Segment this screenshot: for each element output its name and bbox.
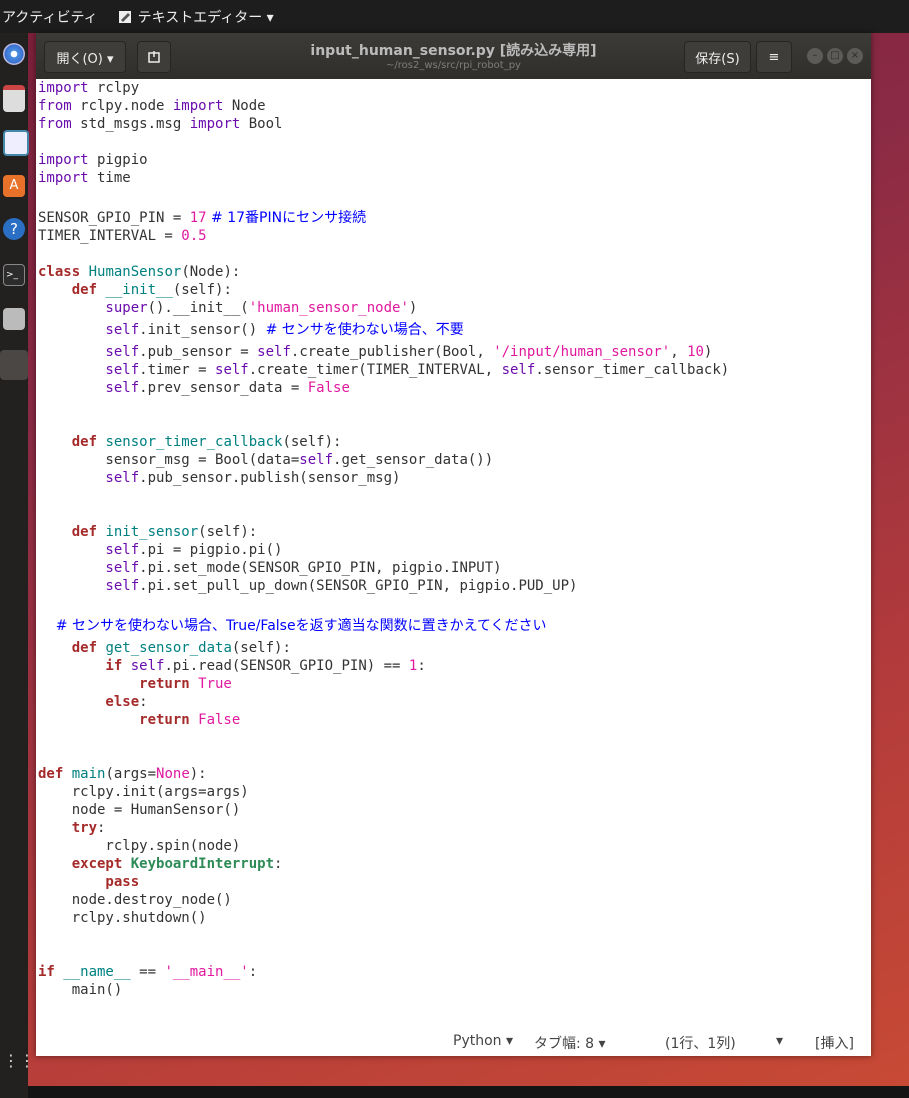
code-line: self.pi.set_mode(SENSOR_GPIO_PIN, pigpio… [38, 560, 502, 576]
code-line: self.timer = self.create_timer(TIMER_INT… [38, 362, 730, 378]
terminal-icon[interactable]: >_ [3, 264, 25, 286]
wallpaper-bottom [28, 1086, 909, 1098]
code-line: node = HumanSensor() [38, 802, 241, 818]
activities-button[interactable]: アクティビティ [2, 7, 98, 27]
minimize-icon[interactable]: – [807, 48, 823, 64]
language-selector[interactable]: Python ▾ [453, 1033, 513, 1049]
code-line: import pigpio [38, 152, 148, 168]
code-line: rclpy.spin(node) [38, 838, 241, 854]
code-line: except KeyboardInterrupt: [38, 856, 283, 872]
tab-width-selector[interactable]: タブ幅: 8 ▾ [534, 1033, 606, 1053]
code-line: from rclpy.node import Node [38, 98, 266, 114]
software-center-icon[interactable]: A [3, 175, 25, 197]
header-bar: 開く(O) ▾ input_human_sensor.py [読み込み専用] ~… [36, 33, 871, 79]
maximize-icon[interactable]: □ [827, 48, 843, 64]
text-editor-dock-icon[interactable] [0, 350, 28, 380]
hamburger-menu-button[interactable]: ≡ [756, 41, 792, 73]
cursor-position: (1行、1列) [665, 1036, 736, 1052]
code-line: main() [38, 982, 123, 998]
code-line: import time [38, 170, 131, 186]
code-line: # センサを使わない場合、True/Falseを返す適当な関数に置きかえてくださ… [38, 618, 547, 634]
text-editor-icon [118, 10, 131, 23]
code-line: def sensor_timer_callback(self): [38, 434, 342, 450]
code-line: self.pi = pigpio.pi() [38, 542, 283, 558]
code-line: def get_sensor_data(self): [38, 640, 291, 656]
save-button[interactable]: 保存(S) [684, 41, 751, 73]
code-line: pass [38, 874, 140, 890]
app-menu-label: テキストエディター ▾ [137, 9, 274, 26]
code-line: super().__init__('human_sensor_node') [38, 300, 418, 316]
code-editor[interactable]: import rclpy from rclpy.node import Node… [36, 79, 871, 1029]
code-line: TIMER_INTERVAL = 0.5 [38, 228, 207, 244]
app-menu[interactable]: テキストエディター ▾ [118, 7, 274, 27]
code-line: def init_sensor(self): [38, 524, 258, 540]
code-line: else: [38, 694, 148, 710]
code-line: return True [38, 676, 232, 692]
code-line: self.pi.set_pull_up_down(SENSOR_GPIO_PIN… [38, 578, 578, 594]
code-line: try: [38, 820, 106, 836]
gedit-window: 開く(O) ▾ input_human_sensor.py [読み込み専用] ~… [36, 33, 871, 1056]
insert-mode: [挿入] [815, 1036, 854, 1052]
code-line: class HumanSensor(Node): [38, 264, 241, 280]
code-line: from std_msgs.msg import Bool [38, 116, 283, 132]
code-line: rclpy.shutdown() [38, 910, 207, 926]
code-line: self.pub_sensor = self.create_publisher(… [38, 344, 713, 360]
files-icon[interactable] [3, 85, 25, 112]
camera-icon[interactable] [3, 308, 25, 330]
code-line: node.destroy_node() [38, 892, 232, 908]
code-line: import rclpy [38, 80, 140, 96]
status-bar: Python ▾ タブ幅: 8 ▾ (1行、1列) ▾ [挿入] [36, 1029, 871, 1056]
code-line: if self.pi.read(SENSOR_GPIO_PIN) == 1: [38, 658, 426, 674]
code-line: SENSOR_GPIO_PIN = 17 # 17番PINにセンサ接続 [38, 210, 367, 226]
code-line: def main(args=None): [38, 766, 207, 782]
code-line: if __name__ == '__main__': [38, 964, 258, 980]
code-line: rclpy.init(args=args) [38, 784, 249, 800]
code-line: return False [38, 712, 241, 728]
show-apps-icon[interactable]: ⋮⋮ [3, 1051, 35, 1073]
close-icon[interactable]: × [847, 48, 863, 64]
gnome-top-bar: アクティビティ テキストエディター ▾ [0, 0, 909, 33]
code-line: def __init__(self): [38, 282, 232, 298]
code-line: self.pub_sensor.publish(sensor_msg) [38, 470, 401, 486]
position-dropdown[interactable]: ▾ [776, 1033, 783, 1049]
chromium-icon[interactable] [3, 43, 25, 65]
help-icon[interactable]: ? [3, 218, 25, 240]
document-icon[interactable] [3, 130, 29, 156]
code-line: self.prev_sensor_data = False [38, 380, 350, 396]
dock: A ? >_ ⋮⋮ [0, 33, 35, 1098]
code-line: sensor_msg = Bool(data=self.get_sensor_d… [38, 452, 494, 468]
code-line: self.init_sensor() # センサを使わない場合、不要 [38, 322, 464, 338]
